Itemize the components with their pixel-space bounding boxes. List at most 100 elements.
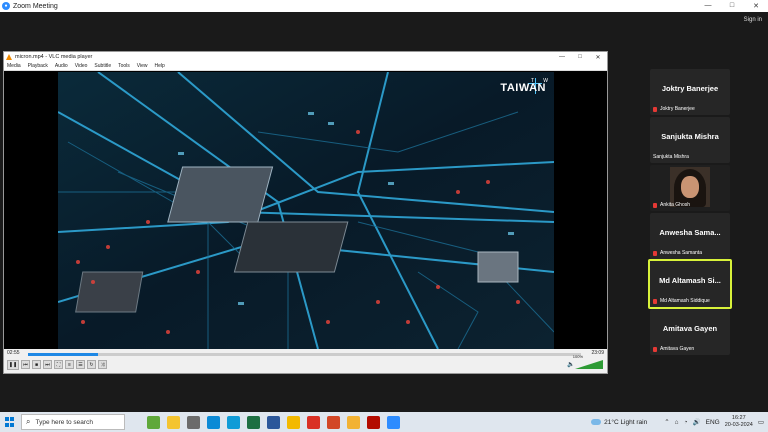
taskbar-app-icon[interactable] xyxy=(347,415,360,429)
playlist-icon[interactable]: ☰ xyxy=(76,360,85,369)
taskbar-app-icon[interactable] xyxy=(207,415,220,429)
next-icon[interactable]: ⏭ xyxy=(43,360,52,369)
vlc-cone-icon xyxy=(6,54,12,60)
menu-audio[interactable]: Audio xyxy=(55,63,68,69)
participant-label-text: Joktry Banerjee xyxy=(660,106,695,112)
menu-view[interactable]: View xyxy=(137,63,148,69)
system-tray: 21°C Light rain ⌃ ⌂ ◔ 🔊 ENG 16:27 20-03-… xyxy=(591,412,764,432)
taskbar-app-icon[interactable] xyxy=(247,415,260,429)
weather-text: 21°C Light rain xyxy=(604,418,648,426)
participant-tile[interactable]: Joktry Banerjee Joktry Banerjee xyxy=(650,69,730,115)
participant-label-text: Sanjukta Mishra xyxy=(653,154,689,160)
vlc-titlebar: micron.mp4 - VLC media player — □ ✕ xyxy=(4,52,607,62)
taskbar-app-icon[interactable] xyxy=(307,415,320,429)
search-placeholder: Type here to search xyxy=(35,418,93,426)
participant-label: Sanjukta Mishra xyxy=(653,154,689,160)
participant-label: Amitava Gayen xyxy=(653,346,694,352)
participant-label: Ankita Ghosh xyxy=(653,202,690,208)
menu-help[interactable]: Help xyxy=(155,63,165,69)
network-icon[interactable]: ⌂ xyxy=(675,419,679,426)
minimize-button[interactable]: — xyxy=(696,2,720,10)
vlc-window-title: micron.mp4 - VLC media player xyxy=(15,54,93,60)
clock[interactable]: 16:27 20-03-2024 xyxy=(725,415,753,429)
cloud-rain-icon xyxy=(591,419,602,425)
circuit-board-image xyxy=(58,72,554,349)
seek-bar[interactable] xyxy=(28,353,581,356)
video-frame: T W TAIWAN xyxy=(58,72,554,349)
menu-tools[interactable]: Tools xyxy=(118,63,130,69)
participant-tile[interactable]: Sanjukta Mishra Sanjukta Mishra xyxy=(650,117,730,163)
speaker-icon[interactable]: 🔈 xyxy=(567,361,574,368)
close-button[interactable]: ✕ xyxy=(744,2,768,10)
menu-media[interactable]: Media xyxy=(7,63,21,69)
loop-icon[interactable]: ↻ xyxy=(87,360,96,369)
notifications-icon[interactable]: ▭ xyxy=(758,418,764,426)
vlc-window-controls: — □ ✕ xyxy=(553,54,607,61)
vlc-menubar: Media Playback Audio Video Subtitle Tool… xyxy=(4,62,607,71)
participant-tile-active-speaker[interactable]: Md Altamash Si... Md Altamash Siddique xyxy=(648,259,732,309)
participant-tile[interactable]: Anwesha Sama... Anwesha Samanta xyxy=(650,213,730,259)
menu-video[interactable]: Video xyxy=(75,63,88,69)
zoom-window-title: Zoom Meeting xyxy=(13,2,58,10)
taskbar-app-icon[interactable] xyxy=(187,415,200,429)
clock-time: 16:27 xyxy=(731,415,746,421)
participant-label: Joktry Banerjee xyxy=(653,106,695,112)
previous-icon[interactable]: ⏮ xyxy=(21,360,30,369)
participant-label-text: Amitava Gayen xyxy=(660,346,695,352)
participant-label: Md Altamash Siddique xyxy=(653,298,710,304)
taskbar-app-icon[interactable] xyxy=(147,415,160,429)
participant-name: Anwesha Sama... xyxy=(659,228,721,237)
taskbar: ⌕ Type here to search 21°C Light rain ⌃ … xyxy=(0,412,768,432)
windows-start-icon[interactable] xyxy=(5,417,15,427)
time-total: 23:09 xyxy=(591,350,604,356)
taskbar-app-icon[interactable] xyxy=(227,415,240,429)
taskbar-app-icon[interactable] xyxy=(287,415,300,429)
playback-buttons: ❚❚ ⏮ ■ ⏭ ⛶ ≡ ☰ ↻ ⤨ xyxy=(7,360,107,370)
volume-label: 100% xyxy=(572,354,583,359)
muted-mic-icon xyxy=(653,202,657,208)
taskbar-apps xyxy=(147,415,400,429)
pause-button[interactable]: ❚❚ xyxy=(7,360,19,370)
stop-icon[interactable]: ■ xyxy=(32,360,41,369)
menu-playback[interactable]: Playback xyxy=(28,63,48,69)
muted-mic-icon xyxy=(653,298,657,304)
participant-name: Joktry Banerjee xyxy=(661,84,719,93)
vlc-controls: 02:55 23:09 ❚❚ ⏮ ■ ⏭ ⛶ ≡ ☰ ↻ ⤨ 🔈 100% xyxy=(4,349,607,373)
zoom-logo-icon: ● xyxy=(2,2,10,10)
muted-mic-icon xyxy=(653,106,657,112)
volume-icon[interactable]: 🔊 xyxy=(693,418,701,426)
volume-slider[interactable]: 🔈 100% xyxy=(567,354,603,369)
search-icon: ⌕ xyxy=(26,417,31,426)
taskbar-app-icon[interactable] xyxy=(387,415,400,429)
participant-name: Amitava Gayen xyxy=(662,324,718,333)
video-face xyxy=(681,176,699,198)
volume-level-fill xyxy=(575,360,603,369)
taskbar-app-icon[interactable] xyxy=(327,415,340,429)
participant-tile[interactable]: Ankita Ghosh xyxy=(650,165,730,211)
shuffle-icon[interactable]: ⤨ xyxy=(98,360,107,369)
language-indicator[interactable]: ENG xyxy=(706,419,720,426)
maximize-button[interactable]: □ xyxy=(720,2,744,10)
seek-bar-fill xyxy=(28,353,98,356)
time-elapsed: 02:55 xyxy=(7,350,20,356)
sign-in-button[interactable]: Sign in xyxy=(744,17,762,23)
chevron-up-icon[interactable]: ⌃ xyxy=(664,418,669,426)
taskbar-app-icon[interactable] xyxy=(267,415,280,429)
zoom-titlebar: ● Zoom Meeting — □ ✕ xyxy=(0,0,768,12)
taskbar-search[interactable]: ⌕ Type here to search xyxy=(21,414,125,430)
taskbar-app-icon[interactable] xyxy=(167,415,180,429)
wifi-icon[interactable]: ◔ xyxy=(684,419,688,426)
menu-subtitle[interactable]: Subtitle xyxy=(94,63,111,69)
participant-label: Anwesha Samanta xyxy=(653,250,702,256)
vlc-close-button[interactable]: ✕ xyxy=(589,54,607,61)
video-brand-text: TAIWAN xyxy=(500,82,546,94)
extended-settings-icon[interactable]: ≡ xyxy=(65,360,74,369)
weather-widget[interactable]: 21°C Light rain xyxy=(591,419,647,426)
vlc-window: micron.mp4 - VLC media player — □ ✕ Medi… xyxy=(3,51,608,374)
taskbar-app-icon[interactable] xyxy=(367,415,380,429)
fullscreen-icon[interactable]: ⛶ xyxy=(54,360,63,369)
participant-tile[interactable]: Amitava Gayen Amitava Gayen xyxy=(650,309,730,355)
vlc-minimize-button[interactable]: — xyxy=(553,54,571,61)
video-display[interactable]: T W TAIWAN xyxy=(4,72,607,349)
vlc-maximize-button[interactable]: □ xyxy=(571,54,589,61)
